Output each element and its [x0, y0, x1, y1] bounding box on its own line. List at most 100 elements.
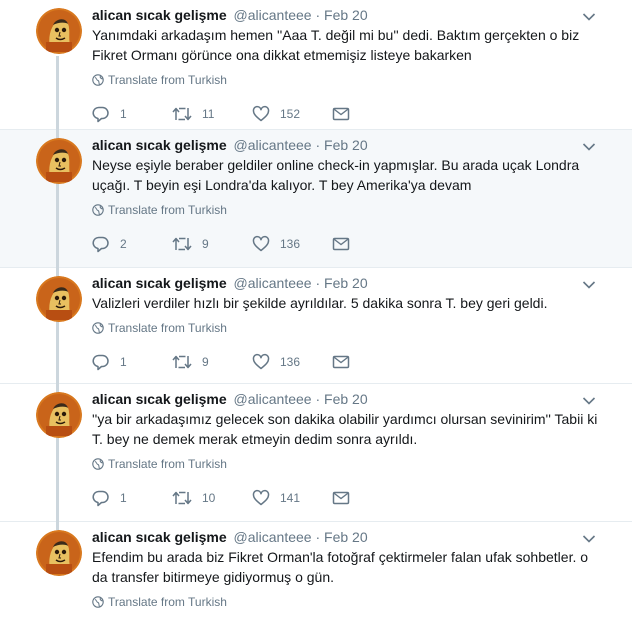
tweet[interactable]: alican sıcak gelişme @alicanteee · Feb 2… [0, 130, 632, 268]
retweet-icon [172, 489, 202, 507]
reply-count: 1 [120, 355, 127, 369]
reply-icon [92, 489, 120, 507]
tweet-header: alican sıcak gelişme @alicanteee · Feb 2… [92, 136, 368, 154]
avatar[interactable] [36, 530, 82, 576]
like-button[interactable]: 152 [252, 105, 300, 123]
avatar[interactable] [36, 276, 82, 322]
tweet-text: Yanımdaki arkadaşım hemen ''Aaa T. değil… [92, 27, 580, 63]
chevron-down-icon[interactable] [582, 393, 596, 405]
author-name[interactable]: alican sıcak gelişme [92, 391, 227, 407]
chevron-down-icon[interactable] [582, 531, 596, 543]
tweet-date[interactable]: Feb 20 [324, 391, 368, 407]
reply-button[interactable]: 1 [92, 105, 127, 123]
retweet-button[interactable]: 10 [172, 489, 215, 507]
tweet-actions: 2 9 136 [92, 235, 362, 255]
chevron-down-icon[interactable] [582, 277, 596, 289]
translate-link[interactable]: Translate from Turkish [92, 321, 227, 335]
message-icon [332, 353, 360, 371]
translate-label[interactable]: Translate from Turkish [108, 595, 227, 609]
message-button[interactable] [332, 105, 360, 123]
separator-dot: · [315, 7, 321, 23]
separator-dot: · [315, 391, 321, 407]
like-count: 141 [280, 491, 301, 505]
globe-icon [92, 74, 108, 86]
avatar[interactable] [36, 392, 82, 438]
retweet-icon [172, 105, 202, 123]
author-handle[interactable]: @alicanteee [234, 391, 312, 407]
separator-dot: · [315, 137, 321, 153]
tweet-header: alican sıcak gelişme @alicanteee · Feb 2… [92, 274, 368, 292]
reply-icon [92, 235, 120, 253]
tweet-actions: 1 9 136 [92, 353, 362, 373]
tweet-date[interactable]: Feb 20 [324, 529, 368, 545]
message-icon [332, 235, 360, 253]
like-icon [252, 353, 280, 371]
retweet-button[interactable]: 11 [172, 105, 214, 123]
tweet-text: Neyse eşiyle beraber geldiler online che… [92, 157, 580, 193]
avatar[interactable] [36, 138, 82, 184]
tweet[interactable]: alican sıcak gelişme @alicanteee · Feb 2… [0, 268, 632, 384]
reply-button[interactable]: 1 [92, 489, 127, 507]
author-name[interactable]: alican sıcak gelişme [92, 7, 227, 23]
retweet-count: 9 [202, 237, 209, 251]
chevron-down-icon[interactable] [582, 139, 596, 151]
chevron-down-icon[interactable] [582, 9, 596, 21]
tweet-date[interactable]: Feb 20 [324, 7, 368, 23]
message-button[interactable] [332, 353, 360, 371]
message-icon [332, 489, 360, 507]
like-count: 152 [280, 107, 301, 121]
retweet-icon [172, 235, 202, 253]
translate-label[interactable]: Translate from Turkish [108, 203, 227, 217]
tweet-text: ''ya bir arkadaşımız gelecek son dakika … [92, 411, 598, 447]
translate-label[interactable]: Translate from Turkish [108, 321, 227, 335]
retweet-icon [172, 353, 202, 371]
author-handle[interactable]: @alicanteee [234, 529, 312, 545]
like-count: 136 [280, 355, 301, 369]
message-button[interactable] [332, 235, 360, 253]
author-name[interactable]: alican sıcak gelişme [92, 529, 227, 545]
translate-link[interactable]: Translate from Turkish [92, 457, 227, 471]
tweet-date[interactable]: Feb 20 [324, 137, 368, 153]
tweet-text: Efendim bu arada biz Fikret Orman'la fot… [92, 549, 589, 585]
tweet[interactable]: alican sıcak gelişme @alicanteee · Feb 2… [0, 522, 632, 622]
author-handle[interactable]: @alicanteee [234, 137, 312, 153]
tweet-header: alican sıcak gelişme @alicanteee · Feb 2… [92, 6, 368, 24]
author-handle[interactable]: @alicanteee [234, 275, 312, 291]
globe-icon [92, 596, 108, 608]
separator-dot: · [315, 275, 321, 291]
retweet-button[interactable]: 9 [172, 235, 209, 253]
avatar[interactable] [36, 8, 82, 54]
retweet-button[interactable]: 9 [172, 353, 209, 371]
tweet-date[interactable]: Feb 20 [324, 275, 368, 291]
author-name[interactable]: alican sıcak gelişme [92, 275, 227, 291]
thread-connector [56, 56, 59, 130]
reply-icon [92, 105, 120, 123]
message-icon [332, 105, 360, 123]
author-handle[interactable]: @alicanteee [234, 7, 312, 23]
like-icon [252, 489, 280, 507]
tweet[interactable]: alican sıcak gelişme @alicanteee · Feb 2… [0, 384, 632, 522]
retweet-count: 10 [202, 491, 216, 505]
globe-icon [92, 322, 108, 334]
like-button[interactable]: 136 [252, 353, 300, 371]
like-button[interactable]: 136 [252, 235, 300, 253]
like-icon [252, 105, 280, 123]
tweet-actions: 1 11 152 [92, 105, 362, 125]
translate-link[interactable]: Translate from Turkish [92, 595, 227, 609]
tweet-text: Valizleri verdiler hızlı bir şekilde ayr… [92, 295, 548, 311]
reply-button[interactable]: 1 [92, 353, 127, 371]
message-button[interactable] [332, 489, 360, 507]
translate-label[interactable]: Translate from Turkish [108, 73, 227, 87]
translate-label[interactable]: Translate from Turkish [108, 457, 227, 471]
author-name[interactable]: alican sıcak gelişme [92, 137, 227, 153]
like-button[interactable]: 141 [252, 489, 300, 507]
like-icon [252, 235, 280, 253]
translate-link[interactable]: Translate from Turkish [92, 73, 227, 87]
reply-button[interactable]: 2 [92, 235, 127, 253]
tweet[interactable]: alican sıcak gelişme @alicanteee · Feb 2… [0, 0, 632, 130]
reply-icon [92, 353, 120, 371]
tweet-thread: alican sıcak gelişme @alicanteee · Feb 2… [0, 0, 632, 622]
separator-dot: · [315, 529, 321, 545]
reply-count: 1 [120, 491, 127, 505]
translate-link[interactable]: Translate from Turkish [92, 203, 227, 217]
